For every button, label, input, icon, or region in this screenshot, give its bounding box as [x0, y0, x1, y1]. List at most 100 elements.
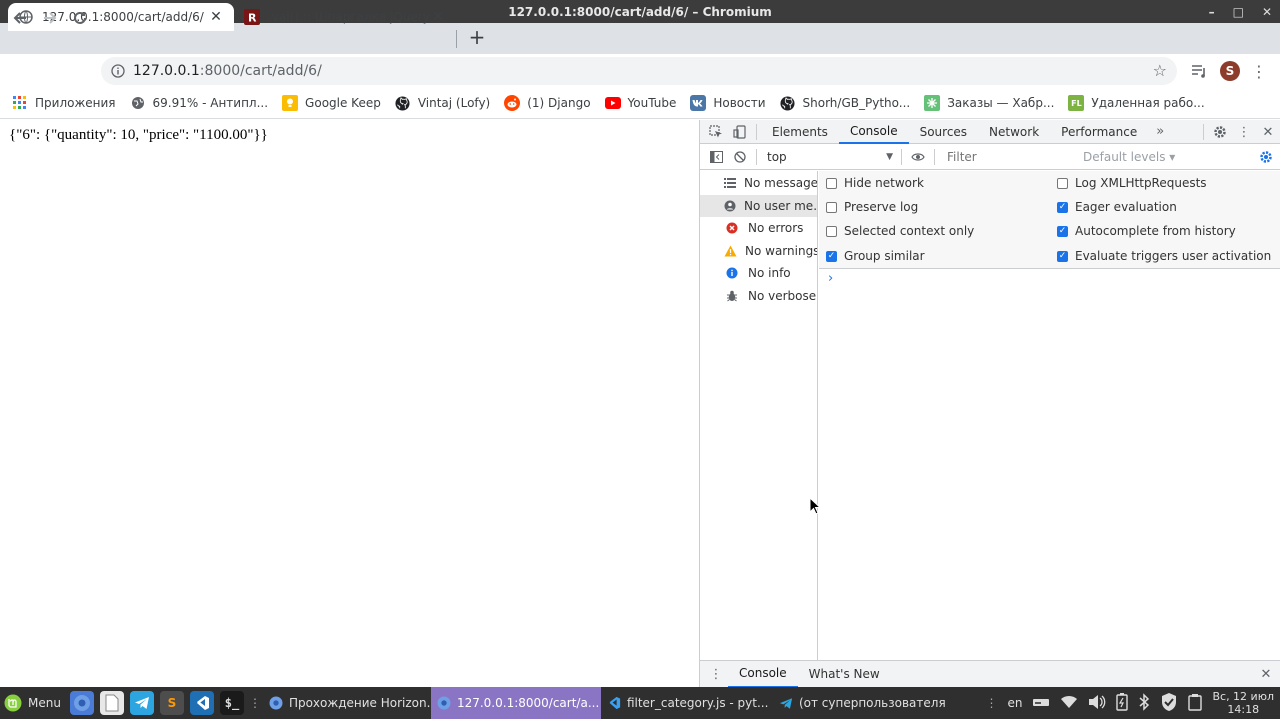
- log-levels-dropdown[interactable]: Default levels ▾: [1083, 150, 1175, 164]
- close-icon[interactable]: ✕: [1256, 120, 1280, 144]
- back-button[interactable]: [10, 8, 30, 28]
- telegram-launcher-icon[interactable]: [129, 691, 154, 715]
- checkbox-box[interactable]: [826, 177, 837, 189]
- device-toolbar-icon[interactable]: [728, 120, 752, 144]
- sidebar-item-user-messages[interactable]: No user me...: [700, 194, 817, 217]
- terminal-launcher-icon[interactable]: $_: [219, 691, 244, 715]
- drawer-tab-console[interactable]: Console: [728, 661, 798, 688]
- autocomplete-history-checkbox[interactable]: ✓ Autocomplete from history: [1057, 224, 1236, 238]
- sublime-launcher-icon[interactable]: S: [159, 691, 184, 715]
- sidebar-item-info[interactable]: No info: [700, 262, 817, 285]
- sidebar-item-warnings[interactable]: No warnings: [700, 240, 817, 263]
- bluetooth-icon[interactable]: [1138, 692, 1150, 714]
- minimize-button[interactable]: –: [1209, 5, 1215, 19]
- start-menu-button[interactable]: Menu: [0, 687, 67, 719]
- wifi-icon[interactable]: [1060, 695, 1078, 712]
- evaluate-triggers-checkbox[interactable]: ✓ Evaluate triggers user activation: [1057, 249, 1271, 263]
- sidebar-item-errors[interactable]: No errors: [700, 217, 817, 240]
- group-similar-checkbox[interactable]: ✓ Group similar: [826, 249, 925, 263]
- drive-icon[interactable]: [1032, 694, 1050, 713]
- taskbar-window-label: 127.0.0.1:8000/cart/a...: [456, 696, 600, 710]
- eye-icon[interactable]: [906, 145, 930, 169]
- bookmark-google-keep[interactable]: Google Keep: [282, 95, 381, 111]
- maximize-button[interactable]: □: [1233, 5, 1244, 19]
- close-window-button[interactable]: ✕: [1262, 5, 1272, 19]
- checkmark-icon[interactable]: ✓: [1057, 201, 1068, 213]
- checkbox-box[interactable]: [826, 225, 837, 237]
- checkbox-box[interactable]: [826, 201, 837, 213]
- files-launcher-icon[interactable]: [99, 691, 124, 715]
- taskbar-window-label: (от суперпользователя): [798, 696, 945, 710]
- console-filter-input[interactable]: [943, 147, 1077, 166]
- bookmark-django-reddit[interactable]: (1) Django: [504, 95, 591, 111]
- tab-elements[interactable]: Elements: [761, 120, 839, 144]
- bookmark-star-icon[interactable]: ☆: [1153, 61, 1167, 80]
- bookmark-antiplagiat[interactable]: 69.91% - Антипл...: [130, 95, 268, 111]
- browser-menu-icon[interactable]: ⋮: [1251, 60, 1267, 82]
- start-menu-label: Menu: [28, 696, 61, 710]
- taskbar-window-cart[interactable]: 127.0.0.1:8000/cart/a...: [430, 687, 601, 719]
- taskbar-window-horizon[interactable]: Прохождение Horizon...: [263, 687, 431, 719]
- selected-context-checkbox[interactable]: Selected context only: [826, 224, 974, 238]
- checkmark-icon[interactable]: ✓: [826, 250, 837, 262]
- profile-avatar[interactable]: S: [1219, 60, 1241, 82]
- volume-icon[interactable]: [1088, 694, 1106, 713]
- clipboard-icon[interactable]: [1188, 693, 1203, 714]
- checkbox-label: Selected context only: [844, 224, 975, 238]
- eager-evaluation-checkbox[interactable]: ✓ Eager evaluation: [1057, 200, 1177, 214]
- reload-button[interactable]: [70, 8, 90, 28]
- tab-close-icon[interactable]: ✕: [208, 9, 224, 25]
- preserve-log-checkbox[interactable]: Preserve log: [826, 200, 918, 214]
- tab-close-icon[interactable]: ✕: [430, 9, 446, 25]
- tab-network[interactable]: Network: [978, 120, 1050, 144]
- sidebar-item-messages[interactable]: No messages: [700, 172, 817, 195]
- console-toolbar: top ▼ Default levels ▾: [700, 144, 1280, 170]
- hide-network-checkbox[interactable]: Hide network: [826, 176, 924, 190]
- log-xhr-checkbox[interactable]: Log XMLHttpRequests: [1057, 176, 1207, 190]
- drawer-tab-whats-new[interactable]: What's New: [798, 661, 891, 688]
- console-prompt[interactable]: ›: [828, 271, 833, 286]
- bookmark-vk-news[interactable]: Новости: [690, 95, 766, 111]
- bookmark-youtube[interactable]: YouTube: [604, 95, 676, 111]
- sidebar-toggle-icon[interactable]: [704, 145, 728, 169]
- chromium-launcher-icon[interactable]: [69, 691, 94, 715]
- checkbox-label: Preserve log: [844, 200, 919, 214]
- bookmark-apps[interactable]: Приложения: [12, 95, 116, 111]
- battery-icon[interactable]: [1116, 692, 1129, 714]
- checkbox-box[interactable]: [1057, 177, 1068, 189]
- inspect-element-icon[interactable]: [704, 120, 728, 144]
- sidebar-item-label: No warnings: [745, 243, 817, 258]
- drawer-menu-icon[interactable]: ⋮: [704, 662, 728, 686]
- tab-performance[interactable]: Performance: [1050, 120, 1148, 144]
- keep-icon: [282, 95, 299, 111]
- forward-button[interactable]: [40, 8, 60, 28]
- taskbar-window-superuser[interactable]: (от суперпользователя): [773, 687, 945, 719]
- tab-jquery-cheatsheet[interactable]: R .val() :: Шпаргалка jQuery ✕: [234, 3, 456, 31]
- taskbar-window-vscode[interactable]: filter_category.js - pyt...: [601, 687, 773, 719]
- more-tabs-icon[interactable]: »: [1148, 120, 1172, 144]
- clock[interactable]: Вс, 12 июл 14:18: [1212, 690, 1274, 716]
- tab-console[interactable]: Console: [838, 120, 909, 144]
- checkmark-icon[interactable]: ✓: [1057, 250, 1068, 262]
- checkmark-icon[interactable]: ✓: [1057, 225, 1068, 237]
- tab-sources[interactable]: Sources: [909, 120, 978, 144]
- info-icon[interactable]: [111, 64, 125, 78]
- bookmark-remote-work[interactable]: FL Удаленная рабо...: [1068, 95, 1205, 111]
- media-queue-icon[interactable]: [1188, 60, 1210, 82]
- address-bar[interactable]: 127.0.0.1:8000/cart/add/6/ ☆: [101, 57, 1177, 85]
- vscode-launcher-icon[interactable]: [189, 691, 214, 715]
- sidebar-item-verbose[interactable]: No verbose: [700, 285, 817, 308]
- gear-icon[interactable]: [1208, 120, 1232, 144]
- bookmark-habr-orders[interactable]: Заказы — Хабр...: [924, 95, 1054, 111]
- new-tab-button[interactable]: +: [466, 25, 488, 49]
- bookmark-gb-python[interactable]: Shorh/GB_Pytho...: [780, 95, 910, 111]
- shield-icon[interactable]: [1160, 692, 1178, 715]
- clear-console-icon[interactable]: [728, 145, 752, 169]
- context-selector[interactable]: top ▼: [767, 148, 897, 166]
- keyboard-layout[interactable]: en: [1007, 696, 1022, 710]
- kebab-menu-icon[interactable]: ⋮: [1232, 120, 1256, 144]
- mouse-cursor-icon: [809, 497, 821, 515]
- console-settings-gear-icon[interactable]: [1254, 145, 1278, 169]
- bookmark-vintaj[interactable]: Vintaj (Lofy): [395, 95, 490, 111]
- close-drawer-icon[interactable]: ✕: [1254, 662, 1278, 686]
